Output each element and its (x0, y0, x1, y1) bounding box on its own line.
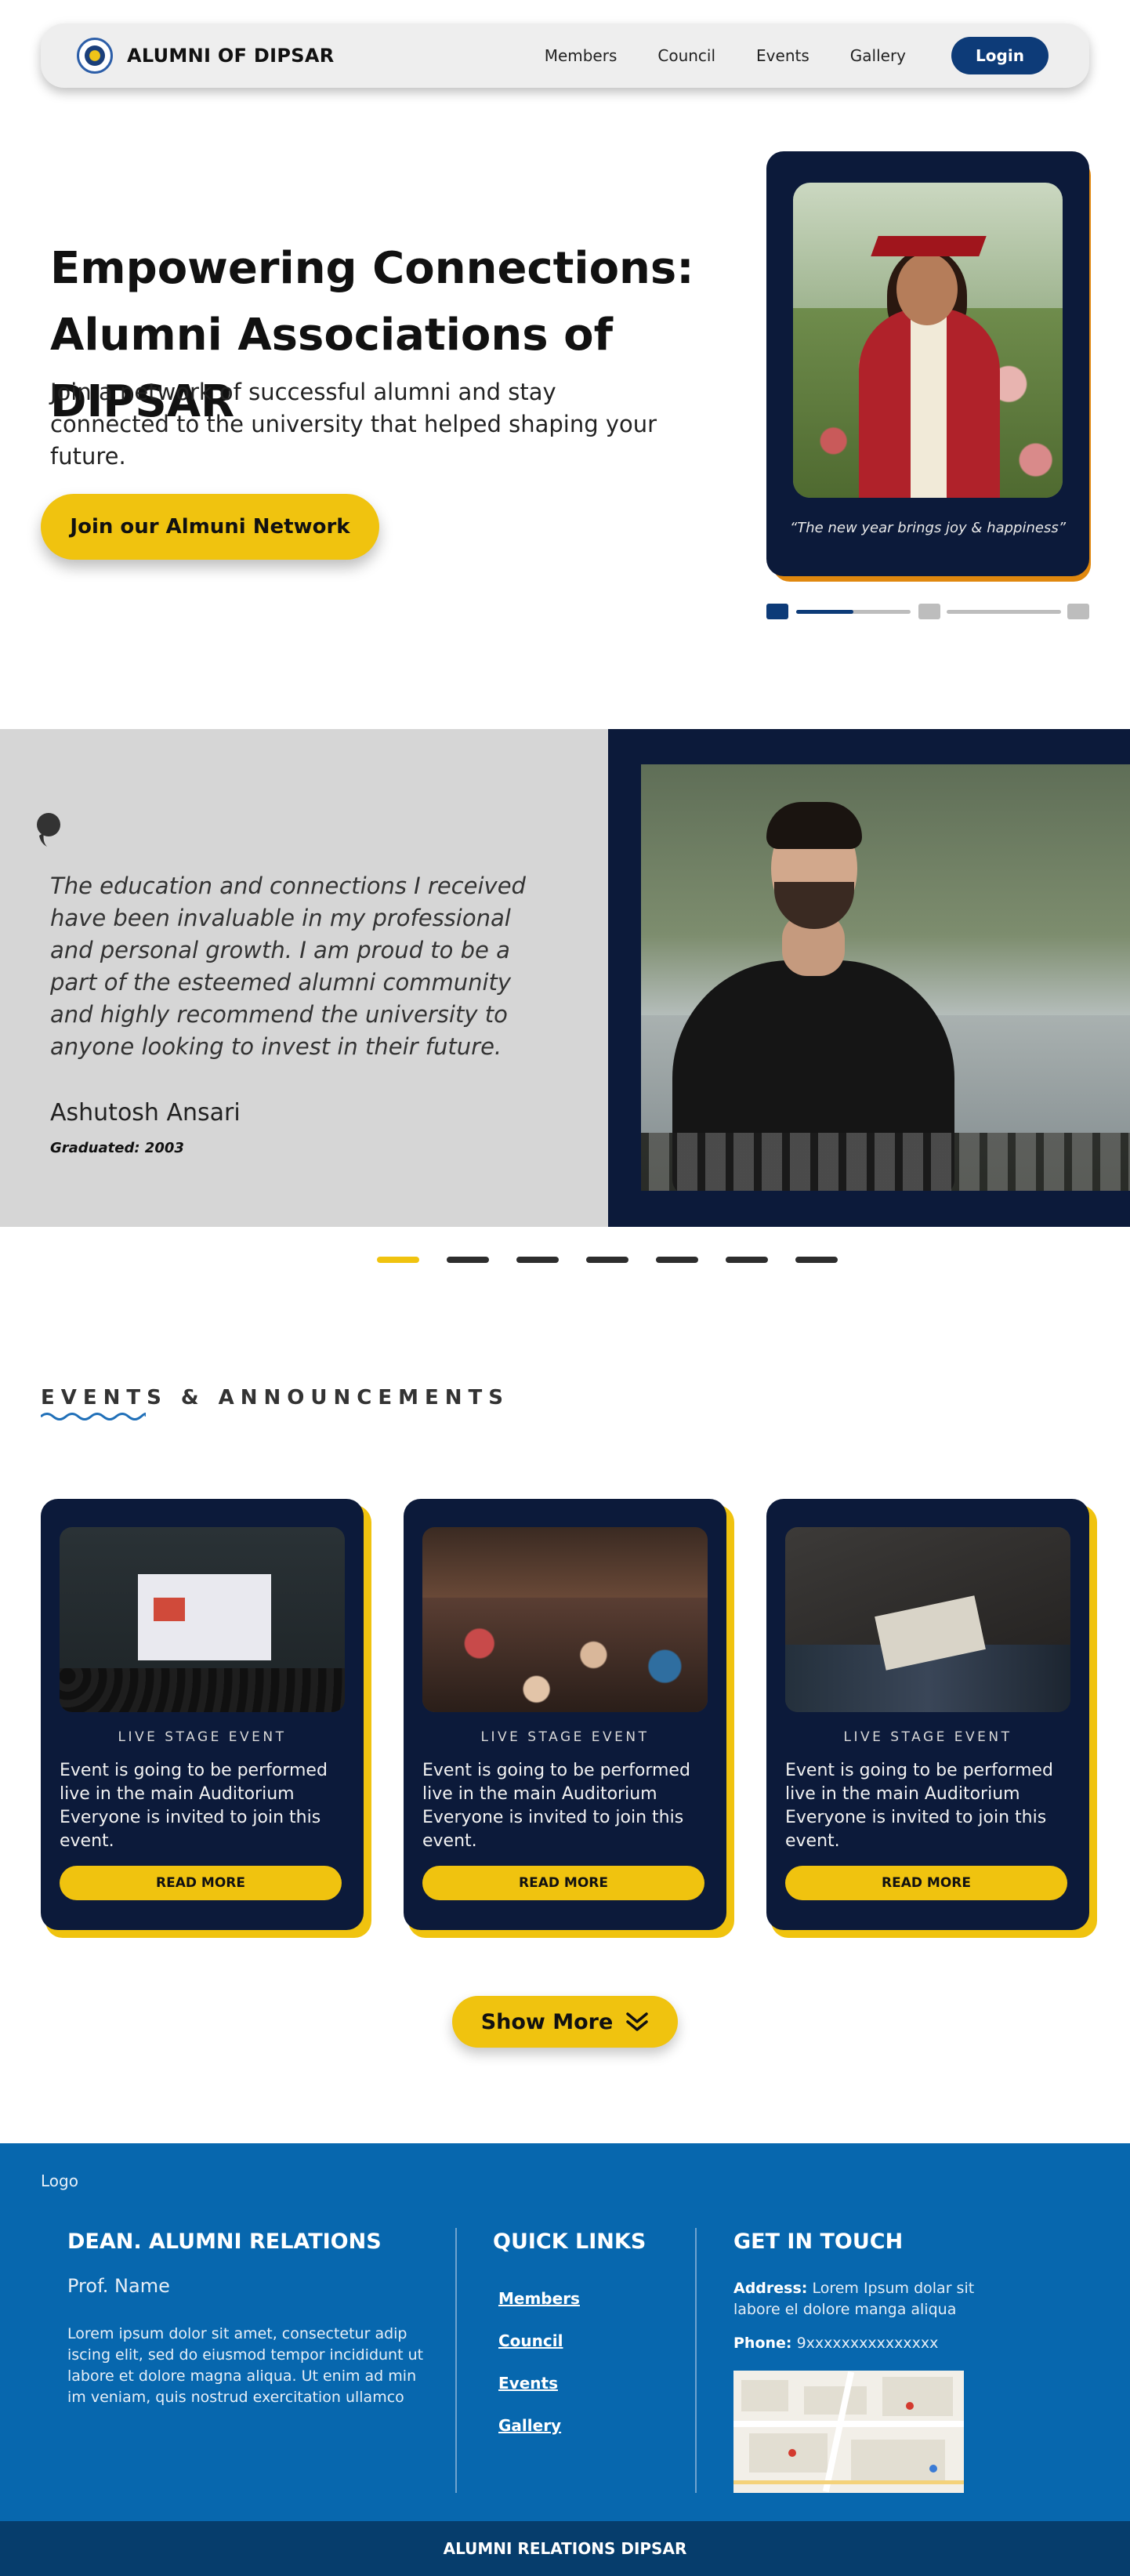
join-network-button[interactable]: Join our Almuni Network (41, 494, 379, 560)
testimonial-dot-5[interactable] (656, 1257, 698, 1263)
phone-label: Phone: (733, 2335, 792, 2352)
dean-text: Lorem ipsum dolor sit amet, consectetur … (67, 2325, 424, 2406)
slide-progress-bar (796, 610, 911, 614)
contact-phone: Phone: 9xxxxxxxxxxxxxxx (733, 2333, 984, 2354)
login-button[interactable]: Login (951, 37, 1049, 74)
footer-divider (695, 2228, 697, 2493)
slide-indicator-2[interactable] (918, 604, 940, 619)
footer-link-gallery[interactable]: Gallery (498, 2416, 561, 2435)
quick-links-heading: QUICK LINKS (493, 2230, 646, 2254)
hero-title-line-1: Empowering Connections: (50, 243, 694, 294)
graduate-photo (793, 183, 1063, 498)
phone-value: 9xxxxxxxxxxxxxxx (796, 2335, 939, 2352)
testimonial-dot-6[interactable] (726, 1257, 768, 1263)
event-card-3: LIVE STAGE EVENT Event is going to be pe… (766, 1499, 1089, 1930)
show-more-label: Show More (480, 2009, 614, 2034)
show-more-button[interactable]: Show More (452, 1996, 678, 2048)
event-description: Event is going to be performed live in t… (785, 1761, 1053, 1851)
hero-slider-indicator (766, 602, 1089, 619)
event-tag: LIVE STAGE EVENT (843, 1729, 1012, 1745)
testimonial-pagination (377, 1257, 865, 1263)
testimonial-dot-2[interactable] (447, 1257, 489, 1263)
college-logo-icon[interactable] (77, 38, 113, 74)
event-card-1: LIVE STAGE EVENT Event is going to be pe… (41, 1499, 364, 1930)
read-more-button[interactable]: READ MORE (785, 1866, 1067, 1900)
slide-track-bar (947, 610, 1061, 614)
slide-indicator-1[interactable] (766, 604, 788, 619)
contact-heading: GET IN TOUCH (733, 2230, 904, 2254)
footer-link-council[interactable]: Council (498, 2331, 563, 2350)
alumnus-photo (641, 764, 1130, 1191)
event-image-crowd (422, 1527, 708, 1712)
footer-bottom-bar: ALUMNI RELATIONS DIPSAR (0, 2521, 1130, 2576)
read-more-button[interactable]: READ MORE (422, 1866, 704, 1900)
location-map[interactable] (733, 2371, 964, 2493)
double-chevron-down-icon (626, 2012, 649, 2031)
quote-icon (37, 813, 60, 847)
events-heading: EVENTS & ANNOUNCEMENTS (41, 1386, 509, 1410)
hero-card-quote: “The new year brings joy & happiness” (789, 520, 1067, 536)
address-label: Address: (733, 2280, 808, 2297)
brand-name[interactable]: ALUMNI OF DIPSAR (127, 45, 335, 67)
event-image-audience (785, 1527, 1070, 1712)
testimonial-dot-4[interactable] (586, 1257, 628, 1263)
event-description: Event is going to be performed live in t… (60, 1761, 328, 1851)
footer-divider (455, 2228, 457, 2493)
dean-name: Prof. Name (67, 2275, 170, 2297)
contact-address: Address: Lorem Ipsum dolar sit labore el… (733, 2278, 984, 2320)
nav-link-events[interactable]: Events (756, 46, 809, 65)
event-image-stage (60, 1527, 345, 1712)
nav-link-gallery[interactable]: Gallery (850, 46, 906, 65)
footer-link-events[interactable]: Events (498, 2374, 558, 2393)
footer-logo[interactable]: Logo (41, 2171, 78, 2190)
footer: Logo DEAN. ALUMNI RELATIONS Prof. Name L… (0, 2143, 1130, 2521)
testimonial-quote: The education and connections I received… (50, 873, 526, 1060)
navbar: ALUMNI OF DIPSAR Members Council Events … (41, 24, 1089, 88)
event-tag: LIVE STAGE EVENT (118, 1729, 287, 1745)
event-card-2: LIVE STAGE EVENT Event is going to be pe… (404, 1499, 726, 1930)
event-description: Event is going to be performed live in t… (422, 1761, 690, 1851)
testimonial-dot-3[interactable] (516, 1257, 559, 1263)
testimonial-dot-7[interactable] (795, 1257, 838, 1263)
nav-link-members[interactable]: Members (545, 46, 618, 65)
testimonial-name: Ashutosh Ansari (50, 1099, 241, 1127)
footer-link-members[interactable]: Members (498, 2289, 580, 2308)
testimonial-graduated: Graduated: 2003 (50, 1140, 184, 1156)
read-more-button[interactable]: READ MORE (60, 1866, 342, 1900)
nav-links: Members Council Events Gallery Login (504, 37, 1049, 74)
dean-heading: DEAN. ALUMNI RELATIONS (67, 2230, 382, 2254)
slide-indicator-3[interactable] (1067, 604, 1089, 619)
wave-underline-icon (41, 1413, 146, 1420)
testimonial-dot-1[interactable] (377, 1257, 419, 1263)
hero-subtitle: Join a network of successful alumni and … (50, 379, 657, 470)
event-tag: LIVE STAGE EVENT (480, 1729, 650, 1745)
nav-link-council[interactable]: Council (657, 46, 715, 65)
hero-carousel-card: “The new year brings joy & happiness” (766, 151, 1089, 576)
